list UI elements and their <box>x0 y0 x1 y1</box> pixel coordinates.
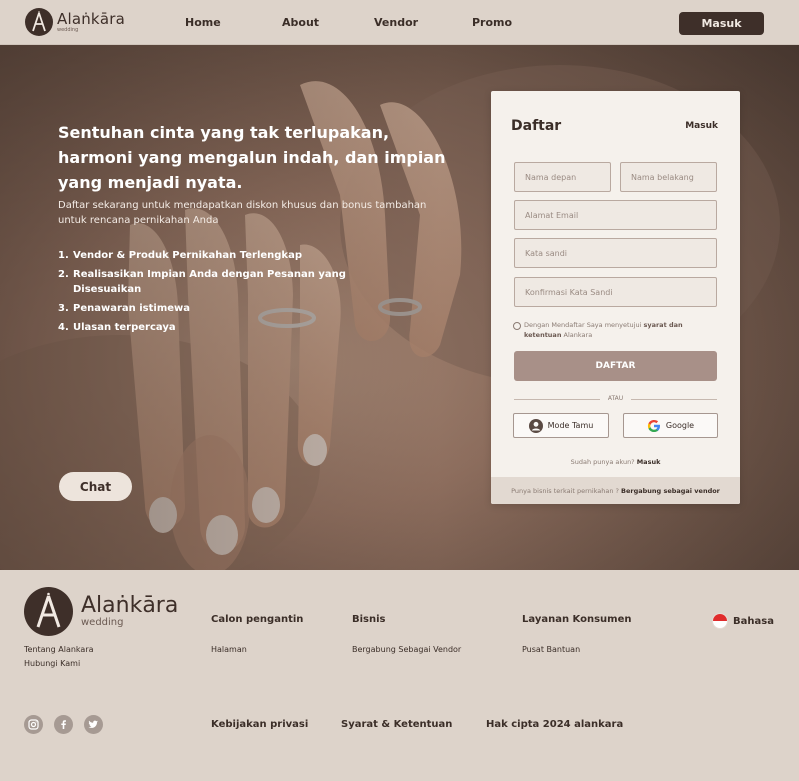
language-selector[interactable]: Bahasa <box>712 613 774 629</box>
login-link[interactable]: Masuk <box>685 121 718 131</box>
email-input[interactable] <box>514 200 717 230</box>
join-vendor-link[interactable]: Bergabung sebagai vendor <box>621 487 720 495</box>
contact-link[interactable]: Hubungi Kami <box>24 659 80 668</box>
terms-agreement: Dengan Mendaftar Saya menyetujui syarat … <box>513 321 713 340</box>
register-card: Daftar Masuk Dengan Mendaftar Saya menye… <box>491 91 740 504</box>
list-item: 3. Penawaran istimewa <box>58 303 191 314</box>
brand-name: Alaṅkāra <box>57 10 125 28</box>
navbar: Alaṅkāra wedding Home About Vendor Promo… <box>0 0 799 45</box>
copyright-text: Hak cipta 2024 alankara <box>486 719 624 730</box>
register-title: Daftar <box>511 118 562 134</box>
have-account-login-link[interactable]: Masuk <box>637 458 661 466</box>
or-divider: ATAU <box>514 394 717 404</box>
footer-brand-subtitle: wedding <box>81 617 124 628</box>
footer-heading-business: Bisnis <box>352 614 386 625</box>
nav-link-promo[interactable]: Promo <box>472 16 512 29</box>
brand-subtitle: wedding <box>57 27 79 33</box>
footer-heading-support: Layanan Konsumen <box>522 614 632 625</box>
list-item: 2. Realisasikan Impian Anda dengan Pesana… <box>58 269 346 295</box>
chat-button[interactable]: Chat <box>59 472 132 501</box>
confirm-password-input[interactable] <box>514 277 717 307</box>
nav-link-about[interactable]: About <box>282 16 319 29</box>
register-submit-button[interactable]: DAFTAR <box>514 351 717 381</box>
nav-link-home[interactable]: Home <box>185 16 221 29</box>
about-link[interactable]: Tentang Alankara <box>24 645 94 654</box>
facebook-icon[interactable] <box>54 715 73 734</box>
hero-subtitle: Daftar sekarang untuk mendapatkan diskon… <box>58 200 427 226</box>
list-item: 4. Ulasan terpercaya <box>58 322 176 333</box>
benefit-list: 1. Vendor & Produk Pernikahan Terlengkap … <box>58 248 358 339</box>
twitter-icon[interactable] <box>84 715 103 734</box>
first-name-input[interactable] <box>514 162 611 192</box>
list-item: 1. Vendor & Produk Pernikahan Terlengkap <box>58 250 302 261</box>
footer: Alaṅkāra wedding Tentang Alankara Hubung… <box>0 570 799 781</box>
terms-radio[interactable] <box>513 322 521 330</box>
footer-logo-mark-icon <box>24 587 73 636</box>
footer-link-page[interactable]: Halaman <box>211 645 247 654</box>
indonesia-flag-icon <box>712 613 728 629</box>
footer-heading-couples: Calon pengantin <box>211 614 304 625</box>
google-icon <box>647 419 661 433</box>
instagram-icon[interactable] <box>24 715 43 734</box>
google-login-button[interactable]: Google <box>623 413 718 438</box>
hero-title: Sentuhan cinta yang tak terlupakan, harm… <box>58 123 446 192</box>
footer-logo[interactable]: Alaṅkāra wedding <box>24 587 178 636</box>
footer-link-help-center[interactable]: Pusat Bantuan <box>522 645 580 654</box>
have-account-text: Sudah punya akun? Masuk <box>570 458 661 466</box>
user-icon <box>528 418 543 433</box>
vendor-join-bar: Punya bisnis terkait pernikahan ? Bergab… <box>491 477 740 504</box>
logo-mark-icon <box>25 8 53 36</box>
terms-conditions-link[interactable]: Syarat & Ketentuan <box>341 719 452 730</box>
password-input[interactable] <box>514 238 717 268</box>
login-button[interactable]: Masuk <box>679 12 764 35</box>
footer-brand-name: Alaṅkāra <box>81 593 179 618</box>
last-name-input[interactable] <box>620 162 717 192</box>
hero-copy: Sentuhan cinta yang tak terlupakan, harm… <box>58 120 458 228</box>
brand-logo[interactable]: Alaṅkāra wedding <box>25 8 125 36</box>
footer-link-join-vendor[interactable]: Bergabung Sebagai Vendor <box>352 645 461 654</box>
privacy-policy-link[interactable]: Kebijakan privasi <box>211 719 308 730</box>
guest-mode-button[interactable]: Mode Tamu <box>513 413 609 438</box>
nav-link-vendor[interactable]: Vendor <box>374 16 418 29</box>
